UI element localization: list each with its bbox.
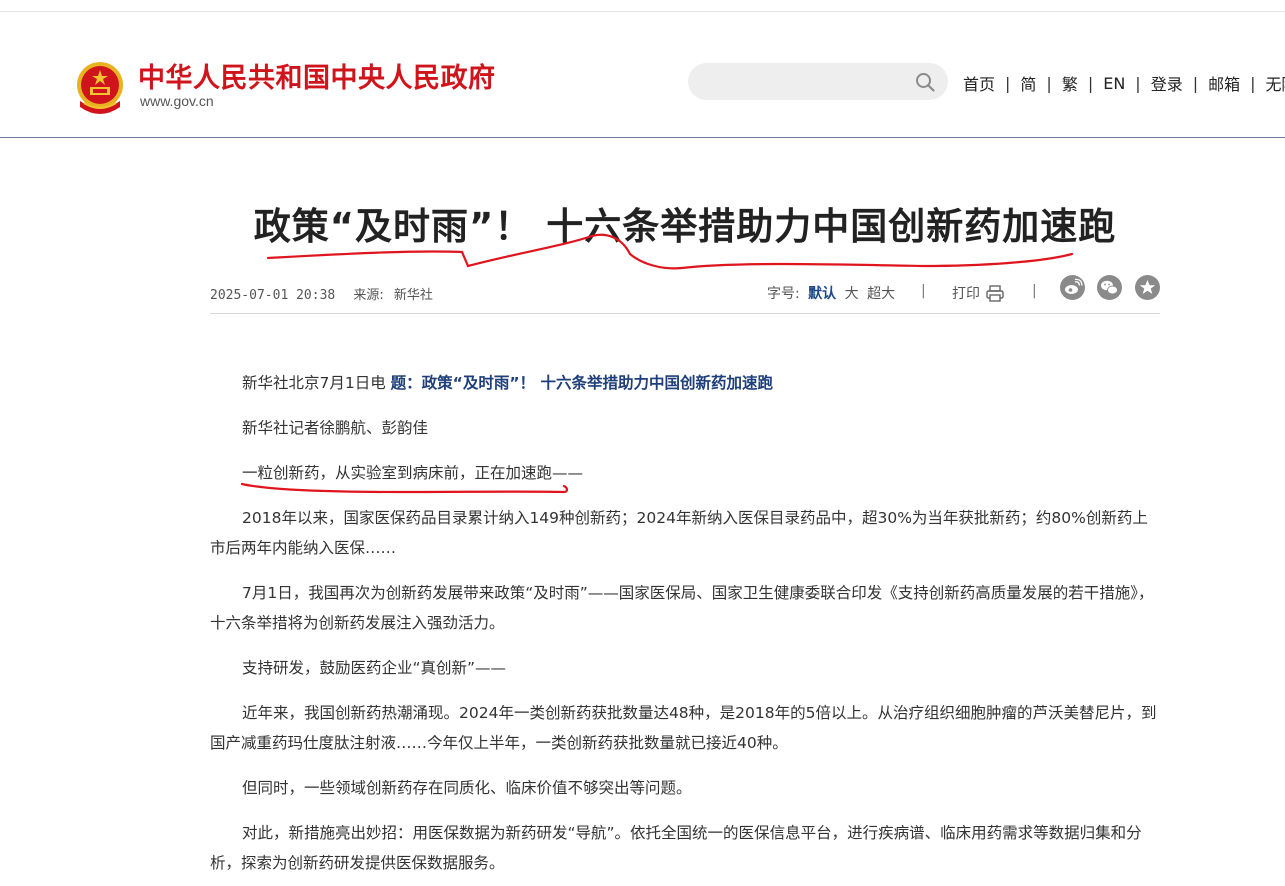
article-paragraph: 近年来，我国创新药热潮涌现。2024年一类创新药获批数量达48种，是2018年的… bbox=[210, 704, 1157, 752]
font-size-xlarge[interactable]: 超大 bbox=[867, 286, 895, 302]
article-paragraph: 新华社北京7月1日电 题：政策“及时雨”！ 十六条举措助力中国创新药加速跑 bbox=[210, 368, 1160, 398]
nav-separator: | bbox=[1087, 73, 1094, 93]
site-title[interactable]: 中华人民共和国中央人民政府 bbox=[138, 56, 496, 95]
print-label: 打印 bbox=[952, 286, 980, 302]
meta-divider: | bbox=[1032, 283, 1037, 299]
article-title: 政策“及时雨”！ 十六条举措助力中国创新药加速跑 bbox=[253, 205, 1117, 248]
article-meta-bar: 2025-07-01 20:38 来源: 新华社 字号: 默认 大 超大 | 打… bbox=[210, 275, 1160, 314]
share-weibo-button[interactable] bbox=[1060, 275, 1085, 300]
site-header: 中华人民共和国中央人民政府 www.gov.cn 首页 | 简 | 繁 | EN… bbox=[0, 12, 1285, 138]
article-paragraph: 一粒创新药，从实验室到病床前，正在加速跑—— bbox=[242, 464, 584, 482]
nav-simplified[interactable]: 简 bbox=[1020, 71, 1036, 95]
nav-mail[interactable]: 邮箱 bbox=[1208, 71, 1240, 95]
nav-separator: | bbox=[1135, 73, 1141, 93]
nav-traditional[interactable]: 繁 bbox=[1062, 71, 1078, 95]
nav-english[interactable]: EN bbox=[1103, 74, 1125, 93]
national-emblem-icon[interactable] bbox=[74, 57, 126, 121]
favorite-star-icon bbox=[1139, 280, 1156, 294]
article-paragraph: 2018年以来，国家医保药品目录累计纳入149种创新药；2024年新纳入医保目录… bbox=[210, 509, 1148, 557]
share-wechat-button[interactable] bbox=[1097, 275, 1122, 300]
dateline: 新华社北京7月1日电 bbox=[242, 374, 386, 392]
print-button[interactable]: 打印 bbox=[952, 283, 1004, 303]
nav-separator: | bbox=[1005, 73, 1011, 93]
font-size-default[interactable]: 默认 bbox=[808, 286, 836, 302]
article-subtitle: 题：政策“及时雨”！ 十六条举措助力中国创新药加速跑 bbox=[390, 374, 773, 392]
search-icon[interactable] bbox=[915, 72, 935, 92]
weibo-icon bbox=[1065, 278, 1083, 294]
nav-login[interactable]: 登录 bbox=[1151, 71, 1183, 95]
article-paragraph: 对此，新措施亮出妙招：用医保数据为新药研发“导航”。依托全国统一的医保信息平台，… bbox=[210, 824, 1142, 872]
site-url[interactable]: www.gov.cn bbox=[140, 93, 214, 109]
article-paragraph: 支持研发，鼓励医药企业“真创新”—— bbox=[242, 659, 507, 677]
wechat-icon bbox=[1101, 280, 1118, 295]
article-paragraph: 但同时，一些领域创新药存在同质化、临床价值不够突出等问题。 bbox=[242, 779, 692, 797]
source-label: 来源: bbox=[353, 288, 384, 303]
article-body: 新华社北京7月1日电 题：政策“及时雨”！ 十六条举措助力中国创新药加速跑 新华… bbox=[210, 368, 1160, 886]
meta-divider: | bbox=[921, 283, 926, 299]
article-meta: 2025-07-01 20:38 来源: 新华社 bbox=[210, 284, 433, 303]
publish-date: 2025-07-01 20:38 bbox=[210, 288, 336, 303]
nav-home[interactable]: 首页 bbox=[963, 71, 995, 95]
article-paragraph: 7月1日，我国再次为创新药发展带来政策“及时雨”——国家医保局、国家卫生健康委联… bbox=[210, 584, 1154, 632]
nav-separator: | bbox=[1046, 73, 1052, 93]
nav-accessibility[interactable]: 无障碍 bbox=[1266, 71, 1285, 95]
source-name: 新华社 bbox=[393, 288, 433, 303]
search-box[interactable] bbox=[688, 63, 948, 100]
font-size-selector: 字号: 默认 大 超大 bbox=[767, 283, 895, 303]
printer-icon bbox=[986, 284, 1004, 302]
font-size-large[interactable]: 大 bbox=[845, 286, 859, 302]
nav-separator: | bbox=[1192, 73, 1199, 93]
nav-separator: | bbox=[1250, 73, 1256, 93]
top-navigation: 首页 | 简 | 繁 | EN | 登录 | 邮箱 | 无障碍 bbox=[963, 71, 1285, 95]
author-line: 新华社记者徐鹏航、彭韵佳 bbox=[242, 419, 429, 437]
font-size-label: 字号: bbox=[767, 286, 800, 302]
favorite-button[interactable] bbox=[1135, 275, 1160, 300]
